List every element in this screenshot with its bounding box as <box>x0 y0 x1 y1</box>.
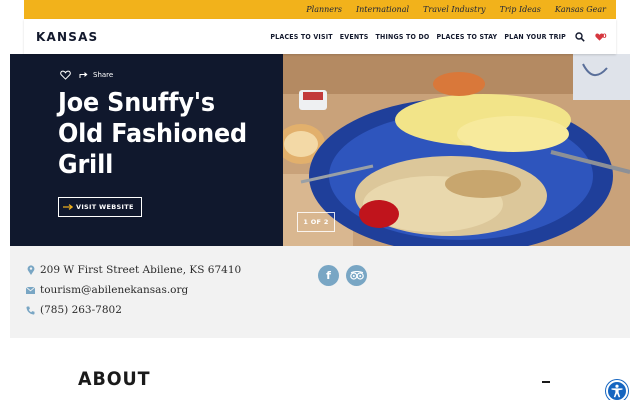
hero-actions: Share <box>60 70 113 80</box>
nav-places-to-visit[interactable]: PLACES TO VISIT <box>270 33 332 41</box>
visit-website-label: VISIT WEBSITE <box>76 203 134 211</box>
facebook-button[interactable]: f <box>318 265 339 286</box>
phone-link[interactable]: (785) 263-7802 <box>40 304 122 316</box>
search-icon[interactable] <box>573 30 587 44</box>
arrow-right-icon <box>63 204 73 210</box>
tripadvisor-button[interactable] <box>346 265 367 286</box>
utility-link-trip-ideas[interactable]: Trip Ideas <box>500 5 541 14</box>
favorites-heart-icon[interactable]: 0 <box>594 30 608 44</box>
facebook-icon: f <box>326 269 331 282</box>
address-text: 209 W First Street Abilene, KS 67410 <box>40 264 242 276</box>
address-row: 209 W First Street Abilene, KS 67410 <box>26 264 241 276</box>
favorites-count: 0 <box>602 33 607 40</box>
kansas-logo[interactable]: KANSAS <box>36 30 98 44</box>
visit-website-button[interactable]: VISIT WEBSITE <box>58 197 142 217</box>
nav-links: PLACES TO VISIT EVENTS THINGS TO DO PLAC… <box>270 30 608 44</box>
email-link[interactable]: tourism@abilenekansas.org <box>40 284 188 296</box>
nav-events[interactable]: EVENTS <box>340 33 369 41</box>
hero-info-panel: Share Joe Snuffy's Old Fashioned Grill V… <box>10 54 283 246</box>
contact-info-band: 209 W First Street Abilene, KS 67410 tou… <box>10 246 630 338</box>
utility-link-travel-industry[interactable]: Travel Industry <box>423 5 486 14</box>
nav-places-to-stay[interactable]: PLACES TO STAY <box>436 33 497 41</box>
phone-icon <box>26 305 35 315</box>
share-button[interactable]: Share <box>79 71 113 79</box>
page-title: Joe Snuffy's Old Fashioned Grill <box>58 88 247 180</box>
hero-photo[interactable]: 1 OF 2 <box>283 54 630 246</box>
envelope-icon <box>26 285 35 295</box>
utility-link-planners[interactable]: Planners <box>306 5 342 14</box>
utility-link-kansas-gear[interactable]: Kansas Gear <box>555 5 606 14</box>
slide-counter: 1 OF 2 <box>297 212 335 232</box>
phone-row[interactable]: (785) 263-7802 <box>26 304 241 316</box>
utility-bar: Planners International Travel Industry T… <box>24 0 616 19</box>
tripadvisor-icon <box>349 271 364 280</box>
hero: Share Joe Snuffy's Old Fashioned Grill V… <box>10 54 630 246</box>
social-links: f <box>318 265 367 286</box>
nav-plan-your-trip[interactable]: PLAN YOUR TRIP <box>504 33 566 41</box>
share-label: Share <box>93 71 114 79</box>
share-icon <box>79 71 89 79</box>
breakfast-plate-image <box>283 54 630 246</box>
main-nav: KANSAS PLACES TO VISIT EVENTS THINGS TO … <box>24 19 616 54</box>
nav-things-to-do[interactable]: THINGS TO DO <box>376 33 430 41</box>
page: Planners International Travel Industry T… <box>0 0 640 400</box>
accessibility-icon[interactable] <box>606 380 628 400</box>
utility-link-international[interactable]: International <box>356 5 409 14</box>
favorite-heart-outline-icon[interactable] <box>60 70 71 80</box>
about-collapse-icon[interactable] <box>542 381 550 383</box>
contact-list: 209 W First Street Abilene, KS 67410 tou… <box>26 264 241 316</box>
map-pin-icon <box>26 265 35 275</box>
about-heading: ABOUT <box>78 368 151 390</box>
email-row[interactable]: tourism@abilenekansas.org <box>26 284 241 296</box>
